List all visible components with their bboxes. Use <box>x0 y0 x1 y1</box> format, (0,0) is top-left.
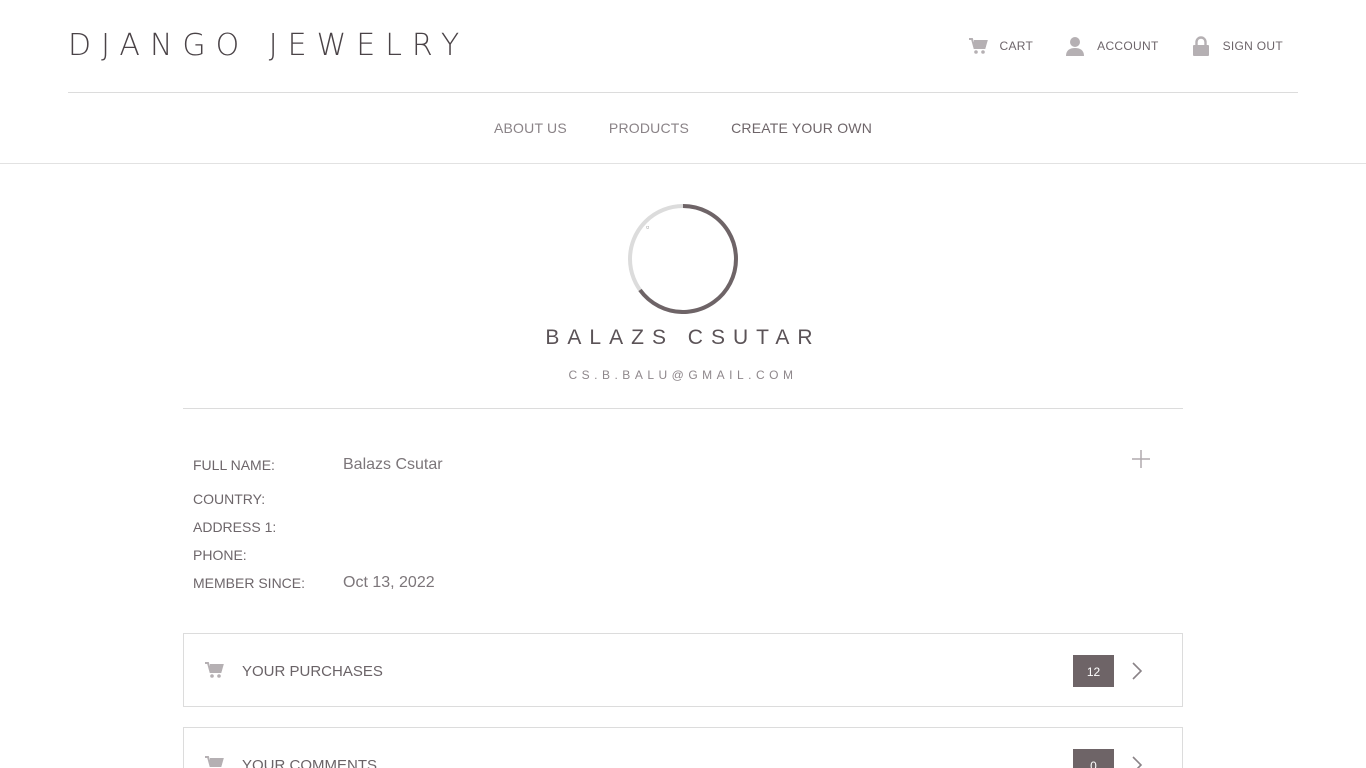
sign-out-link[interactable]: SIGN OUT <box>1191 36 1283 56</box>
broken-image-icon: ▫ <box>646 222 650 232</box>
expand-plus-icon[interactable] <box>1131 449 1151 469</box>
info-row-address: ADDRESS 1: <box>193 513 1153 541</box>
cart-icon <box>968 36 988 56</box>
account-link[interactable]: ACCOUNT <box>1065 36 1158 56</box>
info-row-phone: PHONE: <box>193 541 1153 569</box>
info-label: COUNTRY: <box>193 491 266 507</box>
info-row-member-since: MEMBER SINCE: Oct 13, 2022 <box>193 569 1153 597</box>
nav-create-your-own[interactable]: CREATE YOUR OWN <box>731 120 872 136</box>
main-nav: ABOUT US PRODUCTS CREATE YOUR OWN <box>0 93 1366 164</box>
user-icon <box>1065 36 1085 56</box>
site-logo[interactable]: DJANGO JEWELRY <box>68 28 469 63</box>
info-value: Oct 13, 2022 <box>343 574 435 591</box>
sign-out-link-label: SIGN OUT <box>1222 39 1283 53</box>
nav-about-us[interactable]: ABOUT US <box>494 120 567 136</box>
info-label: ADDRESS 1: <box>193 519 277 535</box>
profile-name: BALAZS CSUTAR <box>545 326 821 349</box>
nav-products[interactable]: PRODUCTS <box>609 120 689 136</box>
chevron-right-icon <box>1132 756 1143 768</box>
site-header: DJANGO JEWELRY CART ACCOUNT SIGN OUT <box>68 0 1298 93</box>
your-comments-card[interactable]: YOUR COMMENTS 0 <box>183 727 1183 768</box>
card-label: YOUR COMMENTS <box>242 757 377 768</box>
info-label: MEMBER SINCE: <box>193 575 306 591</box>
info-row-country: COUNTRY: <box>193 485 1153 513</box>
cart-link-label: CART <box>999 39 1034 53</box>
count-badge: 0 <box>1073 749 1114 768</box>
count-badge: 12 <box>1073 655 1114 687</box>
cart-link[interactable]: CART <box>968 36 1034 56</box>
info-label: PHONE: <box>193 547 247 563</box>
cart-icon <box>205 662 224 678</box>
your-purchases-card[interactable]: YOUR PURCHASES 12 <box>183 633 1183 707</box>
profile-info: FULL NAME: Balazs Csutar COUNTRY: ADDRES… <box>193 455 1153 597</box>
avatar <box>628 204 738 314</box>
card-label: YOUR PURCHASES <box>242 663 383 680</box>
profile-email: CS.B.BALU@GMAIL.COM <box>568 368 798 382</box>
lock-icon <box>1191 36 1211 56</box>
info-row-full-name: FULL NAME: Balazs Csutar <box>193 455 1153 475</box>
cart-icon <box>205 756 224 767</box>
info-label: FULL NAME: <box>193 457 275 473</box>
info-value: Balazs Csutar <box>343 456 443 473</box>
account-link-label: ACCOUNT <box>1097 39 1159 53</box>
top-links: CART ACCOUNT SIGN OUT <box>936 36 1284 56</box>
chevron-right-icon <box>1132 662 1143 680</box>
divider <box>183 408 1183 409</box>
